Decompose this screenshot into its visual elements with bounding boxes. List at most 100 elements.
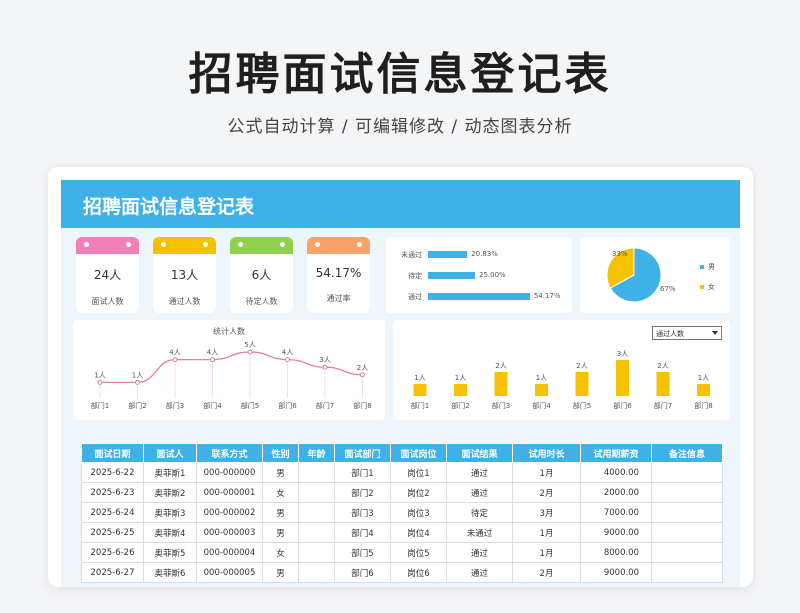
table-cell[interactable]: 000-000002 xyxy=(196,502,263,523)
data-label: 1人 xyxy=(455,374,466,382)
col-header[interactable]: 试用期薪资 xyxy=(580,443,652,463)
table-cell[interactable]: 男 xyxy=(262,522,299,543)
table-cell[interactable]: 岗位4 xyxy=(390,522,447,543)
table-cell[interactable] xyxy=(651,462,723,483)
table-cell[interactable]: 2025-6-23 xyxy=(81,482,144,503)
table-cell[interactable] xyxy=(651,522,723,543)
table-cell[interactable] xyxy=(298,462,335,483)
table-cell[interactable]: 奥菲斯6 xyxy=(143,562,197,583)
gender-pie-chart: 33% 67% 男 女 xyxy=(580,237,730,313)
table-cell[interactable]: 岗位3 xyxy=(390,502,447,523)
table-cell[interactable]: 000-000001 xyxy=(196,482,263,503)
data-label: 4人 xyxy=(207,349,218,357)
table-cell[interactable]: 部门3 xyxy=(334,502,391,523)
col-header[interactable]: 面试人 xyxy=(143,443,197,463)
table-cell[interactable]: 2025-6-24 xyxy=(81,502,144,523)
table-cell[interactable]: 9000.00 xyxy=(580,562,652,583)
col-header[interactable]: 性别 xyxy=(262,443,299,463)
col-header[interactable]: 联系方式 xyxy=(196,443,263,463)
bar xyxy=(454,384,467,396)
table-cell[interactable]: 000-000005 xyxy=(196,562,263,583)
status-value: 25.00% xyxy=(479,271,506,279)
status-bar-chart: 未通过 20.83% 待定 25.00% 通过 54.17% xyxy=(386,237,572,313)
table-cell[interactable]: 8000.00 xyxy=(580,542,652,563)
sheet-header: 招聘面试信息登记表 xyxy=(61,180,740,228)
table-cell[interactable]: 岗位1 xyxy=(390,462,447,483)
table-row: 2025-6-27 奥菲斯6 000-000005 男 部门6 岗位6 通过 2月 9000.0… xyxy=(81,562,723,583)
table-cell[interactable]: 男 xyxy=(262,502,299,523)
x-tick-label: 部门8 xyxy=(353,401,371,410)
col-header[interactable]: 备注信息 xyxy=(651,443,723,463)
table-cell[interactable]: 通过 xyxy=(446,462,513,483)
table-cell[interactable]: 奥菲斯3 xyxy=(143,502,197,523)
table-cell[interactable]: 3月 xyxy=(512,502,581,523)
table-cell[interactable] xyxy=(651,542,723,563)
table-cell[interactable]: 7000.00 xyxy=(580,502,652,523)
interview-table: 面试日期 面试人 联系方式 性别 年龄 面试部门 面试岗位 面试结果 试用时长 … xyxy=(81,443,723,583)
table-cell[interactable]: 部门1 xyxy=(334,462,391,483)
table-cell[interactable]: 奥菲斯5 xyxy=(143,542,197,563)
table-cell[interactable]: 4000.00 xyxy=(580,462,652,483)
table-cell[interactable]: 1月 xyxy=(512,462,581,483)
table-cell[interactable] xyxy=(651,562,723,583)
table-cell[interactable]: 男 xyxy=(262,562,299,583)
table-cell[interactable]: 1月 xyxy=(512,542,581,563)
table-cell[interactable]: 通过 xyxy=(446,562,513,583)
table-cell[interactable]: 岗位2 xyxy=(390,482,447,503)
x-tick-label: 部门8 xyxy=(694,401,712,410)
kpi-band xyxy=(153,237,216,254)
table-cell[interactable] xyxy=(298,542,335,563)
table-cell[interactable]: 待定 xyxy=(446,502,513,523)
table-cell[interactable]: 未通过 xyxy=(446,522,513,543)
table-cell[interactable]: 女 xyxy=(262,542,299,563)
data-label: 2人 xyxy=(357,364,368,372)
table-cell[interactable]: 2025-6-25 xyxy=(81,522,144,543)
table-cell[interactable]: 奥菲斯4 xyxy=(143,522,197,543)
table-cell[interactable] xyxy=(651,502,723,523)
table-cell[interactable]: 男 xyxy=(262,462,299,483)
line-chart: 统计人数 1人 部门1 1人 部门2 4人 部门3 4人 部门4 5人 部门5 4人 部门6 3人 部门7… xyxy=(73,320,385,420)
table-cell[interactable] xyxy=(298,562,335,583)
table-cell[interactable]: 000-000003 xyxy=(196,522,263,543)
table-cell[interactable]: 岗位5 xyxy=(390,542,447,563)
table-cell[interactable]: 部门5 xyxy=(334,542,391,563)
table-cell[interactable]: 000-000004 xyxy=(196,542,263,563)
table-cell[interactable]: 2025-6-26 xyxy=(81,542,144,563)
table-cell[interactable]: 2025-6-27 xyxy=(81,562,144,583)
table-cell[interactable]: 岗位6 xyxy=(390,562,447,583)
table-row: 2025-6-25 奥菲斯4 000-000003 男 部门4 岗位4 未通过 1月 9000.… xyxy=(81,522,723,543)
legend-label: 男 xyxy=(708,263,715,271)
table-cell[interactable]: 奥菲斯1 xyxy=(143,462,197,483)
table-cell[interactable] xyxy=(298,502,335,523)
table-cell[interactable]: 部门4 xyxy=(334,522,391,543)
table-cell[interactable]: 奥菲斯2 xyxy=(143,482,197,503)
status-label: 未通过 xyxy=(401,251,422,259)
table-cell[interactable]: 2月 xyxy=(512,562,581,583)
col-header[interactable]: 试用时长 xyxy=(512,443,581,463)
bar-chart: 通过人数 1人 部门1 1人 部门2 2人 部门3 1人 部门4 2人 部门5 3人 部门6 2人 部门7… xyxy=(393,320,730,420)
col-header[interactable]: 年龄 xyxy=(298,443,335,463)
data-label: 1人 xyxy=(698,374,709,382)
table-cell[interactable]: 部门2 xyxy=(334,482,391,503)
table-cell[interactable] xyxy=(298,482,335,503)
table-cell[interactable]: 2000.00 xyxy=(580,482,652,503)
table-cell[interactable]: 通过 xyxy=(446,482,513,503)
pie-label-female: 33% xyxy=(612,250,628,258)
table-cell[interactable]: 1月 xyxy=(512,522,581,543)
col-header[interactable]: 面试岗位 xyxy=(390,443,447,463)
table-cell[interactable] xyxy=(651,482,723,503)
table-cell[interactable]: 2025-6-22 xyxy=(81,462,144,483)
table-cell[interactable] xyxy=(298,522,335,543)
table-cell[interactable]: 部门6 xyxy=(334,562,391,583)
table-cell[interactable]: 女 xyxy=(262,482,299,503)
table-cell[interactable]: 通过 xyxy=(446,542,513,563)
table-cell[interactable]: 000-000000 xyxy=(196,462,263,483)
data-label: 4人 xyxy=(282,349,293,357)
col-header[interactable]: 面试结果 xyxy=(446,443,513,463)
col-header[interactable]: 面试部门 xyxy=(334,443,391,463)
data-label: 2人 xyxy=(657,362,668,370)
table-cell[interactable]: 2月 xyxy=(512,482,581,503)
col-header[interactable]: 面试日期 xyxy=(81,443,144,463)
kpi-label: 面试人数 xyxy=(91,297,124,306)
table-cell[interactable]: 9000.00 xyxy=(580,522,652,543)
